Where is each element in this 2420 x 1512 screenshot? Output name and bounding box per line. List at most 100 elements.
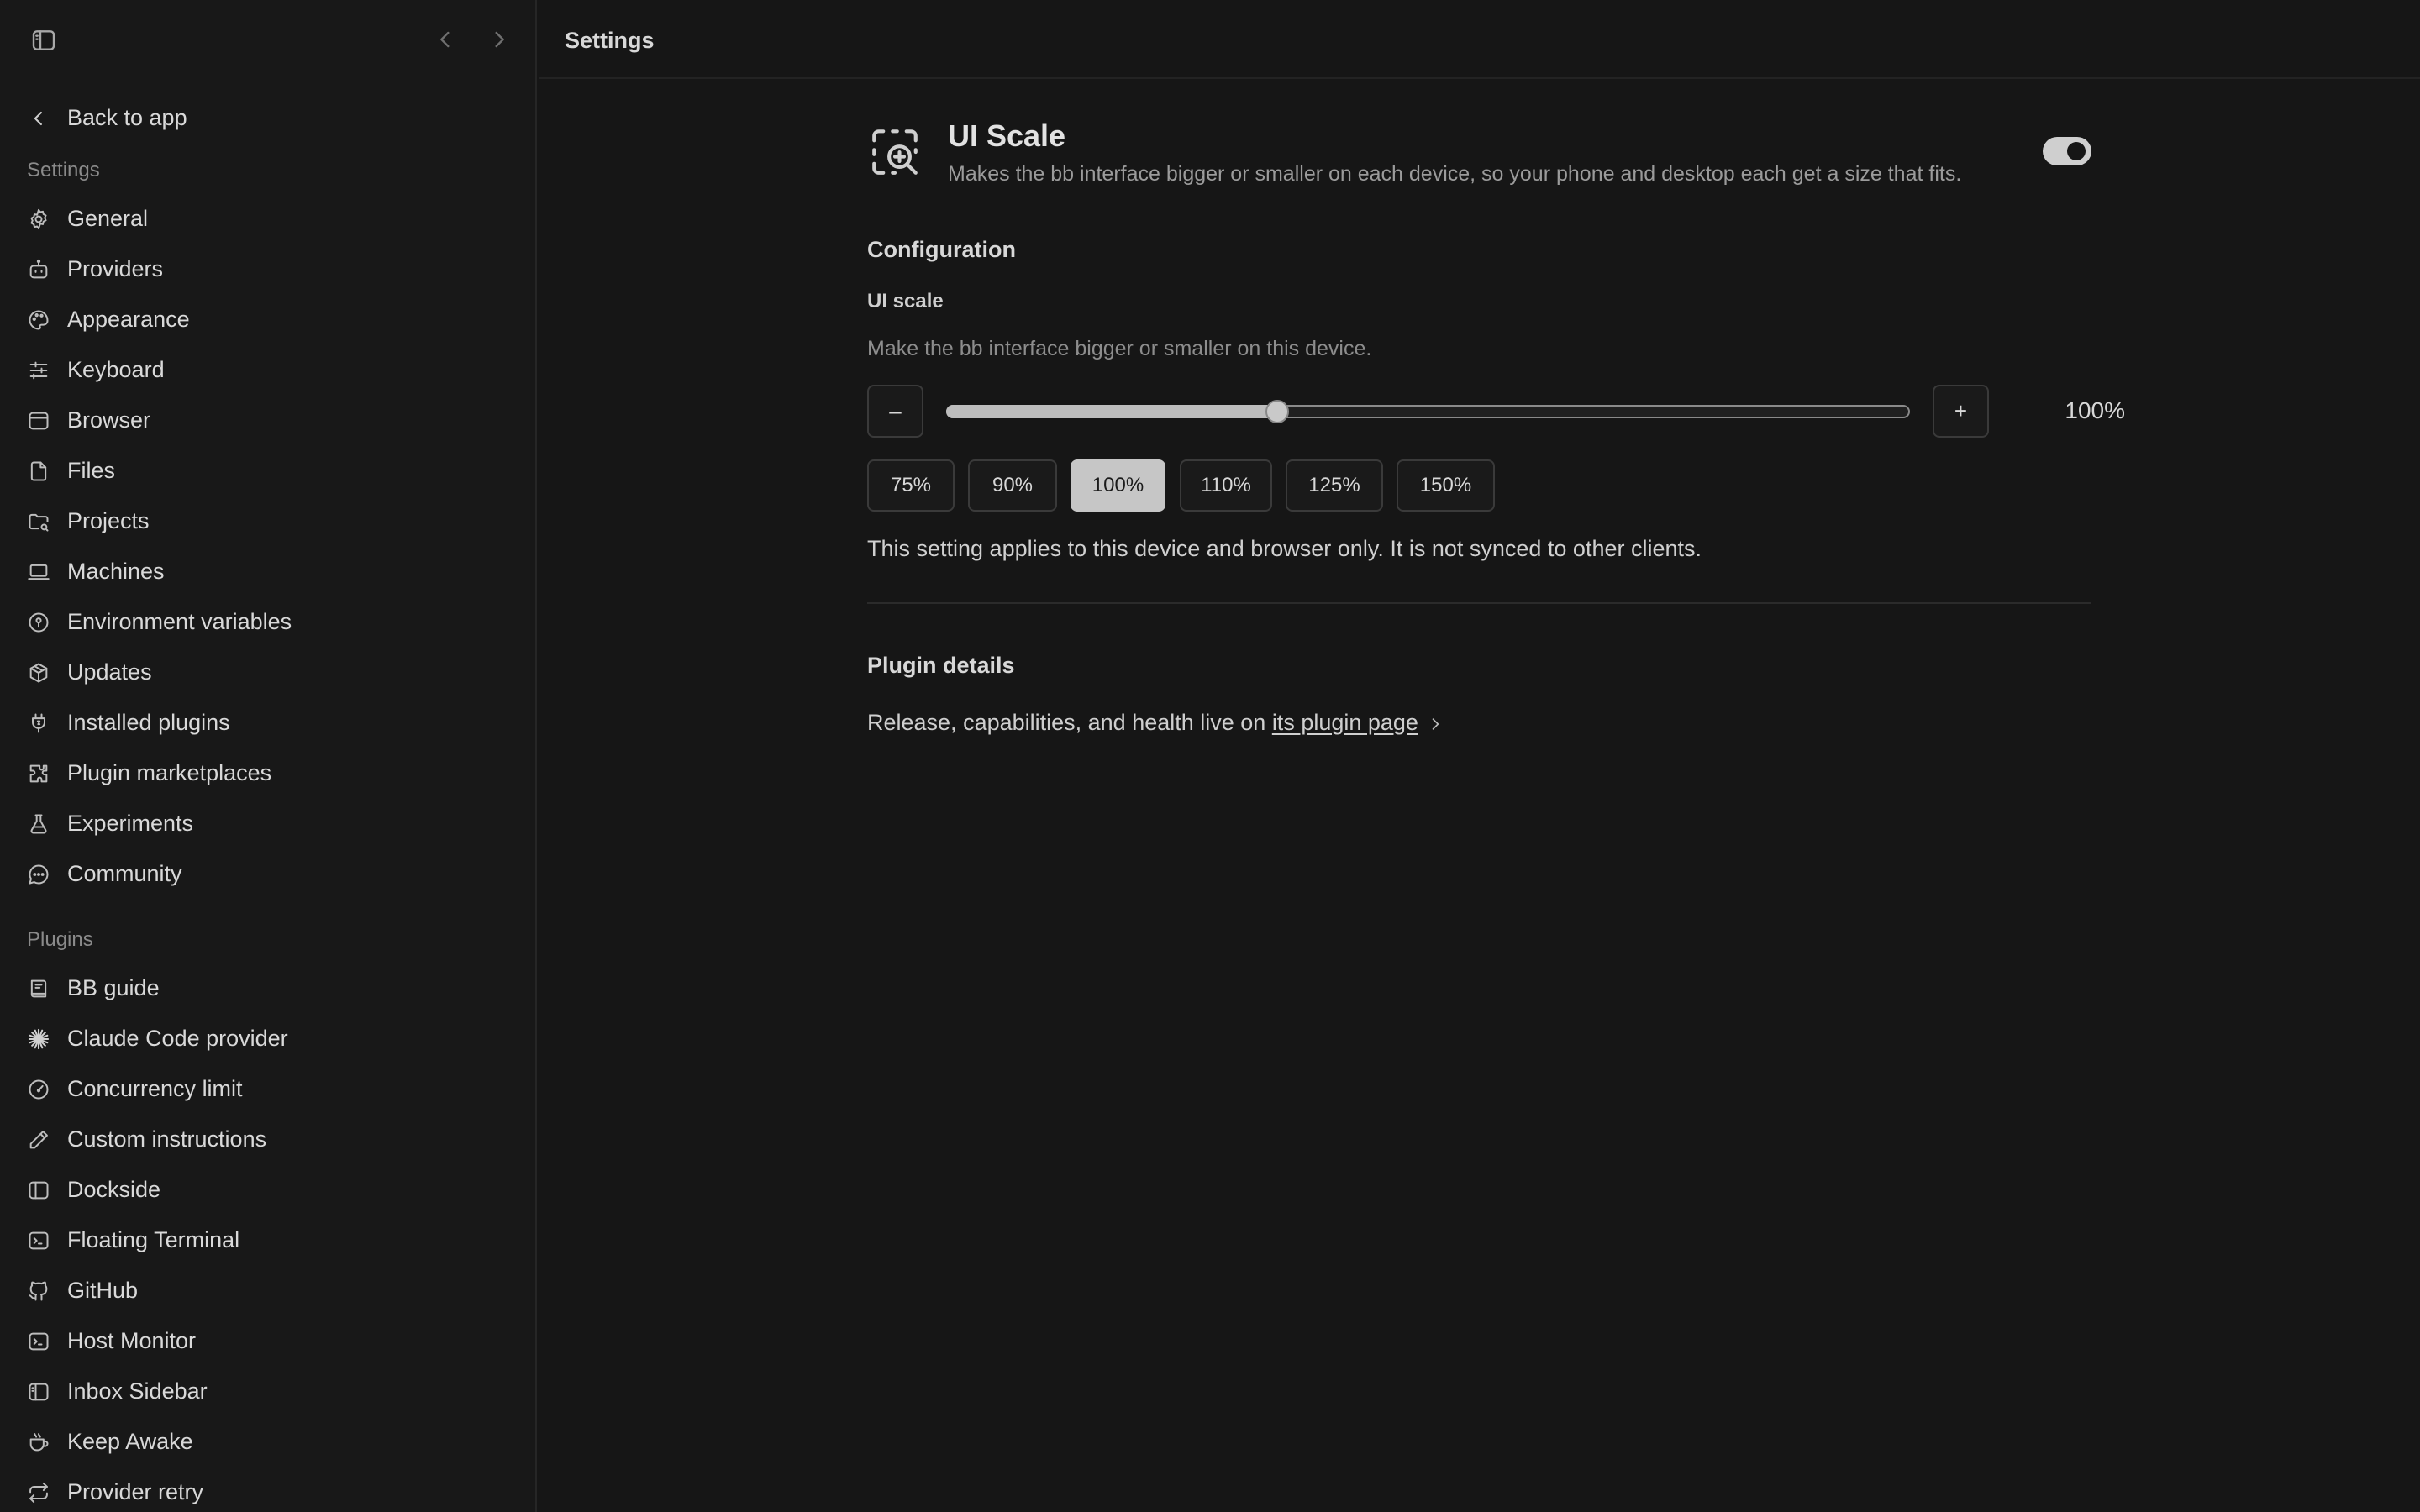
main-content: Settings UI Scale Makes the bb interface… bbox=[539, 0, 2420, 1512]
page-title: Settings bbox=[565, 28, 655, 53]
preset-100-button[interactable]: 100% bbox=[1071, 459, 1165, 512]
zoom-in-dashed-icon bbox=[867, 124, 923, 180]
sidebar: Back to app Settings General Providers A… bbox=[0, 0, 537, 1512]
top-bar: Settings bbox=[539, 0, 2420, 79]
section-divider bbox=[867, 602, 2091, 604]
preset-150-button[interactable]: 150% bbox=[1397, 459, 1495, 512]
sidebar-item-keyboard[interactable]: Keyboard bbox=[15, 348, 519, 391]
sidebar-item-label: Dockside bbox=[67, 1177, 161, 1202]
sidebar-item-bb-guide[interactable]: BB guide bbox=[15, 966, 519, 1010]
gauge-icon bbox=[27, 1078, 50, 1101]
preset-75-button[interactable]: 75% bbox=[867, 459, 955, 512]
sidebar-item-label: Projects bbox=[67, 508, 150, 533]
terminal-icon bbox=[27, 1330, 50, 1353]
preset-110-button[interactable]: 110% bbox=[1180, 459, 1272, 512]
plugins-section-label: Plugins bbox=[27, 928, 93, 951]
ui-scale-hint: Make the bb interface bigger or smaller … bbox=[867, 337, 1372, 360]
ui-scale-slider[interactable] bbox=[946, 400, 1910, 423]
sidebar-item-label: Inbox Sidebar bbox=[67, 1378, 208, 1404]
plugin-name: UI Scale bbox=[948, 118, 1066, 153]
chevron-right-icon[interactable] bbox=[1427, 716, 1444, 732]
sidebar-toggle-icon[interactable] bbox=[29, 27, 59, 54]
sidebar-item-label: Host Monitor bbox=[67, 1328, 197, 1353]
settings-app: Back to app Settings General Providers A… bbox=[0, 0, 2420, 1512]
sidebar-item-projects[interactable]: Projects bbox=[15, 499, 519, 543]
sidebar-item-provider-retry[interactable]: Provider retry bbox=[15, 1470, 519, 1512]
sidebar-item-community[interactable]: Community bbox=[15, 852, 519, 895]
sidebar-item-label: Provider retry bbox=[67, 1479, 204, 1504]
sidebar-item-floating-terminal[interactable]: Floating Terminal bbox=[15, 1218, 519, 1262]
scale-value-readout: 100% bbox=[2065, 397, 2125, 423]
sidebar-item-providers[interactable]: Providers bbox=[15, 247, 519, 291]
laptop-icon bbox=[27, 560, 50, 584]
sidebar-item-github[interactable]: GitHub bbox=[15, 1268, 519, 1312]
sidebar-item-host-monitor[interactable]: Host Monitor bbox=[15, 1319, 519, 1362]
sidebar-item-browser[interactable]: Browser bbox=[15, 398, 519, 442]
sidebar-item-label: Floating Terminal bbox=[67, 1227, 240, 1252]
sync-note: This setting applies to this device and … bbox=[867, 536, 1702, 561]
gear-icon bbox=[27, 207, 50, 231]
configuration-heading: Configuration bbox=[867, 237, 1016, 262]
sidebar-item-files[interactable]: Files bbox=[15, 449, 519, 492]
sidebar-item-dockside[interactable]: Dockside bbox=[15, 1168, 519, 1211]
sidebar-item-keep-awake[interactable]: Keep Awake bbox=[15, 1420, 519, 1463]
sidebar-item-installed-plugins[interactable]: Installed plugins bbox=[15, 701, 519, 744]
plugin-details-text: Release, capabilities, and health live o… bbox=[867, 709, 1444, 736]
sidebar-item-label: BB guide bbox=[67, 975, 160, 1000]
chat-bubble-icon bbox=[27, 863, 50, 886]
plug-icon bbox=[27, 711, 50, 735]
browser-icon bbox=[27, 409, 50, 433]
chevron-left-icon bbox=[27, 107, 50, 130]
plugin-page-link[interactable]: its plugin page bbox=[1272, 710, 1418, 735]
plugin-enabled-toggle[interactable] bbox=[2043, 137, 2091, 165]
sidebar-item-label: Keep Awake bbox=[67, 1429, 193, 1454]
details-text: Release, capabilities, and health live o… bbox=[867, 710, 1272, 735]
sidebar-item-label: Community bbox=[67, 861, 182, 886]
sidebar-item-label: Claude Code provider bbox=[67, 1026, 288, 1051]
sidebar-item-label: Providers bbox=[67, 256, 164, 281]
increase-scale-button[interactable]: + bbox=[1933, 385, 1989, 438]
palette-icon bbox=[27, 308, 50, 332]
panel-left-icon bbox=[27, 1380, 50, 1404]
sidebar-item-plugin-marketplaces[interactable]: Plugin marketplaces bbox=[15, 751, 519, 795]
sidebar-item-label: Updates bbox=[67, 659, 152, 685]
repeat-icon bbox=[27, 1481, 50, 1504]
sliders-icon bbox=[27, 359, 50, 382]
sidebar-item-machines[interactable]: Machines bbox=[15, 549, 519, 593]
preset-125-button[interactable]: 125% bbox=[1286, 459, 1383, 512]
pencil-icon bbox=[27, 1128, 50, 1152]
sidebar-item-label: Files bbox=[67, 458, 116, 483]
sidebar-item-general[interactable]: General bbox=[15, 197, 519, 240]
back-to-app-link[interactable]: Back to app bbox=[15, 96, 519, 139]
panel-left-icon bbox=[27, 1179, 50, 1202]
sidebar-item-label: Appearance bbox=[67, 307, 190, 332]
flask-icon bbox=[27, 812, 50, 836]
github-icon bbox=[27, 1279, 50, 1303]
sidebar-item-claude-code-provider[interactable]: Claude Code provider bbox=[15, 1016, 519, 1060]
preset-90-button[interactable]: 90% bbox=[968, 459, 1057, 512]
puzzle-icon bbox=[27, 762, 50, 785]
sidebar-item-experiments[interactable]: Experiments bbox=[15, 801, 519, 845]
sidebar-item-inbox-sidebar[interactable]: Inbox Sidebar bbox=[15, 1369, 519, 1413]
sidebar-item-label: Concurrency limit bbox=[67, 1076, 243, 1101]
sidebar-item-updates[interactable]: Updates bbox=[15, 650, 519, 694]
back-to-app-label: Back to app bbox=[67, 105, 187, 130]
terminal-icon bbox=[27, 1229, 50, 1252]
sidebar-item-appearance[interactable]: Appearance bbox=[15, 297, 519, 341]
chevron-left-icon[interactable] bbox=[432, 26, 459, 53]
sidebar-item-environment-variables[interactable]: Environment variables bbox=[15, 600, 519, 643]
decrease-scale-button[interactable]: – bbox=[867, 385, 923, 438]
folder-icon bbox=[27, 510, 50, 533]
sidebar-item-label: General bbox=[67, 206, 149, 231]
asterisk-burst-icon bbox=[27, 1027, 50, 1051]
chevron-right-icon[interactable] bbox=[486, 26, 513, 53]
slider-thumb[interactable] bbox=[1265, 400, 1290, 423]
plugin-description: Makes the bb interface bigger or smaller… bbox=[948, 162, 1962, 186]
sidebar-item-label: Machines bbox=[67, 559, 165, 584]
sidebar-item-custom-instructions[interactable]: Custom instructions bbox=[15, 1117, 519, 1161]
book-icon bbox=[27, 977, 50, 1000]
sidebar-item-label: Browser bbox=[67, 407, 151, 433]
sidebar-item-concurrency-limit[interactable]: Concurrency limit bbox=[15, 1067, 519, 1110]
ui-scale-label: UI scale bbox=[867, 290, 944, 312]
sidebar-item-label: Installed plugins bbox=[67, 710, 230, 735]
